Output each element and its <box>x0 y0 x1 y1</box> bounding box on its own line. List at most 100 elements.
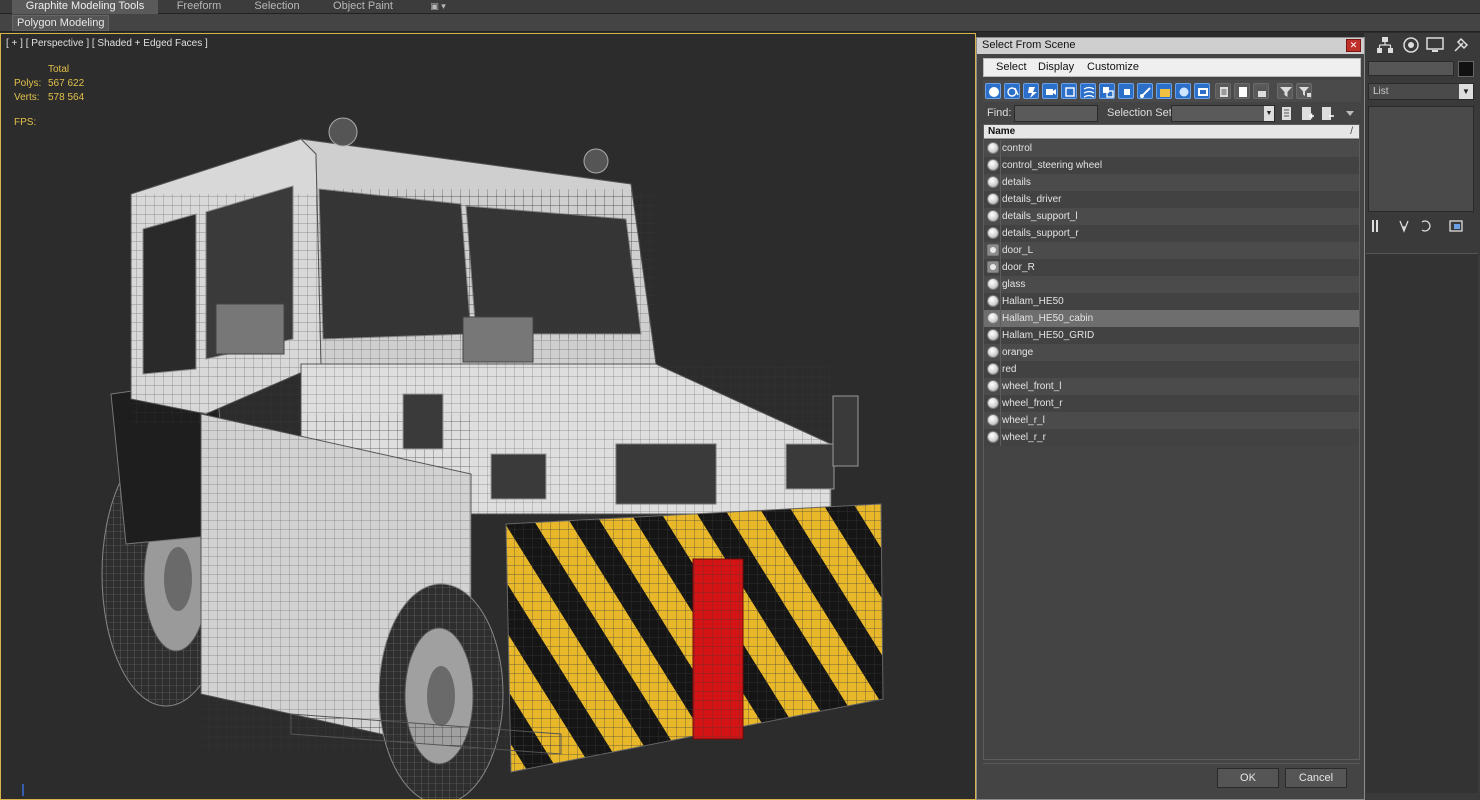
list-item[interactable]: glass <box>984 276 1359 293</box>
list-item[interactable]: wheel_r_l <box>984 412 1359 429</box>
tab-object-paint[interactable]: Object Paint <box>322 0 404 14</box>
list-item-name: wheel_r_r <box>1002 432 1046 443</box>
perspective-viewport[interactable]: [ + ] [ Perspective ] [ Shaded + Edged F… <box>0 33 976 800</box>
object-color-swatch[interactable] <box>1458 61 1474 77</box>
geometry-object-icon <box>987 278 999 290</box>
column-divider <box>1000 225 1001 242</box>
geometry-object-icon <box>987 397 999 409</box>
close-icon[interactable]: ✕ <box>1346 39 1361 52</box>
column-divider <box>1000 327 1001 344</box>
column-divider <box>1000 310 1001 327</box>
list-item[interactable]: control <box>984 140 1359 157</box>
list-item[interactable]: red <box>984 361 1359 378</box>
group-object-icon <box>987 261 999 273</box>
cancel-button[interactable]: Cancel <box>1285 768 1347 788</box>
object-rows: control control_steering wheel details deta… <box>984 140 1359 446</box>
list-item[interactable]: Hallam_HE50 <box>984 293 1359 310</box>
display-invert-icon[interactable] <box>1253 83 1269 99</box>
tab-selection[interactable]: Selection <box>244 0 310 14</box>
find-input[interactable] <box>1014 105 1098 122</box>
chevron-down-icon: ▼ <box>1459 84 1473 99</box>
menu-customize[interactable]: Customize <box>1087 61 1139 73</box>
stats-total-label: Total <box>48 64 70 75</box>
toolbar-overflow-icon[interactable] <box>1345 110 1355 118</box>
list-item-name: door_L <box>1002 245 1034 256</box>
geometry-object-icon <box>987 346 999 358</box>
ribbon-panel: Polygon Modeling <box>0 14 1480 32</box>
viewport-label[interactable]: [ + ] [ Perspective ] [ Shaded + Edged F… <box>6 38 208 49</box>
display-none-icon[interactable] <box>1234 83 1250 99</box>
display-xrefs-icon[interactable] <box>1118 83 1134 99</box>
display-groups-icon[interactable] <box>1099 83 1115 99</box>
filter-icon[interactable] <box>1277 83 1293 99</box>
ok-button[interactable]: OK <box>1217 768 1279 788</box>
list-item-name: details_driver <box>1002 194 1062 205</box>
dialog-title: Select From Scene <box>982 39 1076 51</box>
column-divider <box>1000 191 1001 208</box>
list-item[interactable]: wheel_front_r <box>984 395 1359 412</box>
tab-freeform[interactable]: Freeform <box>166 0 232 14</box>
remove-from-set-icon[interactable] <box>1319 106 1335 122</box>
filter-options-icon[interactable] <box>1296 83 1312 99</box>
display-shapes-icon[interactable] <box>1004 83 1020 99</box>
ribbon-options-dropdown[interactable]: ▣ ▾ <box>422 0 454 14</box>
column-divider <box>1000 242 1001 259</box>
menu-select[interactable]: Select <box>996 61 1027 73</box>
list-item[interactable]: details <box>984 174 1359 191</box>
modifier-list-dropdown[interactable]: List ▼ <box>1368 83 1474 100</box>
display-icon[interactable] <box>1426 36 1444 54</box>
menu-display[interactable]: Display <box>1038 61 1074 73</box>
add-to-set-icon[interactable] <box>1299 106 1315 122</box>
list-item[interactable]: wheel_front_l <box>984 378 1359 395</box>
selection-set-dropdown[interactable]: ▼ <box>1171 105 1275 122</box>
list-item[interactable]: door_L <box>984 242 1359 259</box>
column-divider <box>1000 378 1001 395</box>
list-item[interactable]: Hallam_HE50_cabin <box>984 310 1359 327</box>
select-set-icon[interactable] <box>1279 106 1295 122</box>
display-geometry-icon[interactable] <box>985 83 1001 99</box>
stack-toolbar <box>1372 220 1463 233</box>
tab-graphite-modeling-tools[interactable]: Graphite Modeling Tools <box>12 0 158 14</box>
group-object-icon <box>987 244 999 256</box>
display-lights-icon[interactable] <box>1023 83 1039 99</box>
list-item[interactable]: details_driver <box>984 191 1359 208</box>
hierarchy-icon[interactable] <box>1376 36 1394 54</box>
list-item[interactable]: orange <box>984 344 1359 361</box>
list-item[interactable]: details_support_l <box>984 208 1359 225</box>
geometry-object-icon <box>987 363 999 375</box>
list-item-name: details_support_l <box>1002 211 1078 222</box>
utilities-icon[interactable] <box>1452 36 1470 54</box>
display-hidden-icon[interactable] <box>1194 83 1210 99</box>
list-item-name: control <box>1002 143 1033 154</box>
geometry-object-icon <box>987 295 999 307</box>
display-bones-icon[interactable] <box>1137 83 1153 99</box>
column-divider <box>1000 429 1001 446</box>
column-header-name[interactable]: Name / <box>984 125 1359 139</box>
column-divider <box>1000 259 1001 276</box>
display-cameras-icon[interactable] <box>1042 83 1058 99</box>
ribbon-tabs: Graphite Modeling Tools Freeform Selecti… <box>0 0 1480 14</box>
polygon-modeling-button[interactable]: Polygon Modeling <box>12 15 110 31</box>
display-containers-icon[interactable] <box>1156 83 1172 99</box>
display-frozen-icon[interactable] <box>1175 83 1191 99</box>
dialog-title-bar[interactable]: Select From Scene ✕ <box>977 38 1364 54</box>
geometry-object-icon <box>987 142 999 154</box>
display-all-icon[interactable] <box>1215 83 1231 99</box>
list-item[interactable]: wheel_r_r <box>984 429 1359 446</box>
geometry-object-icon <box>987 193 999 205</box>
list-item[interactable]: control_steering wheel <box>984 157 1359 174</box>
list-item[interactable]: door_R <box>984 259 1359 276</box>
list-item[interactable]: details_support_r <box>984 225 1359 242</box>
column-header-label: Name <box>988 126 1016 137</box>
dialog-menu-bar: Select Display Customize <box>983 58 1361 77</box>
display-helpers-icon[interactable] <box>1061 83 1077 99</box>
display-spacewarps-icon[interactable] <box>1080 83 1096 99</box>
object-name-field[interactable] <box>1368 61 1454 76</box>
list-item[interactable]: Hallam_HE50_GRID <box>984 327 1359 344</box>
dialog-toolbar <box>983 80 1361 102</box>
list-item-name: details_support_r <box>1002 228 1079 239</box>
geometry-object-icon <box>987 312 999 324</box>
list-item-name: details <box>1002 177 1031 188</box>
motion-icon[interactable] <box>1402 36 1420 54</box>
modifier-stack[interactable] <box>1368 106 1474 212</box>
